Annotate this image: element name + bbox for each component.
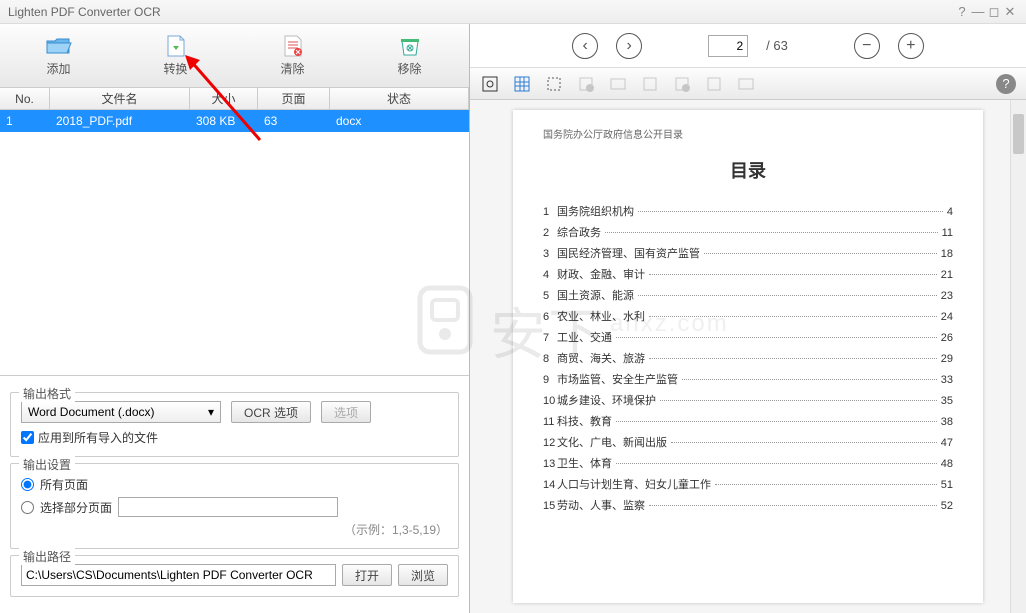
tool9-icon — [736, 74, 756, 94]
output-format-group: 输出格式 Word Document (.docx) ▾ OCR 选项 选项 应… — [10, 392, 459, 457]
toc-row: 15劳动、人事、监察52 — [543, 497, 953, 513]
chevron-down-icon: ▾ — [208, 405, 214, 419]
col-no[interactable]: No. — [0, 88, 50, 109]
tool5-icon — [608, 74, 628, 94]
zoom-in-button[interactable]: + — [898, 33, 924, 59]
document-preview[interactable]: 国务院办公厅政府信息公开目录 目录 1国务院组织机构42综合政务113国民经济管… — [470, 100, 1026, 613]
toc-row: 11科技、教育38 — [543, 413, 953, 429]
page-total: / 63 — [766, 38, 788, 53]
tool8-icon — [704, 74, 724, 94]
document-delete-icon — [279, 34, 307, 58]
window-title: Lighten PDF Converter OCR — [8, 5, 161, 19]
options-button: 选项 — [321, 401, 371, 423]
page-navigation: ‹ › / 63 − + — [470, 24, 1026, 68]
toc-row: 3国民经济管理、国有资产监管18 — [543, 245, 953, 261]
remove-button[interactable]: 移除 — [351, 24, 468, 87]
select-pages-radio[interactable]: 选择部分页面 — [21, 499, 112, 516]
toc-row: 10城乡建设、环境保护35 — [543, 392, 953, 408]
preview-toolbar: ? — [470, 68, 1026, 100]
browse-button[interactable]: 浏览 — [398, 564, 448, 586]
toc-row: 7工业、交通26 — [543, 329, 953, 345]
output-path-input[interactable] — [21, 564, 336, 586]
toc-row: 6农业、林业、水利24 — [543, 308, 953, 324]
document-page: 国务院办公厅政府信息公开目录 目录 1国务院组织机构42综合政务113国民经济管… — [513, 110, 983, 603]
fit-page-icon[interactable] — [480, 74, 500, 94]
toc-row: 4财政、金融、审计21 — [543, 266, 953, 282]
folder-open-icon — [45, 34, 73, 58]
toc-row: 13卫生、体育48 — [543, 455, 953, 471]
tool4-icon — [576, 74, 596, 94]
titlebar: Lighten PDF Converter OCR ? — ◻ ✕ — [0, 0, 1026, 24]
format-select[interactable]: Word Document (.docx) ▾ — [21, 401, 221, 423]
trash-icon — [396, 34, 424, 58]
open-button[interactable]: 打开 — [342, 564, 392, 586]
col-name[interactable]: 文件名 — [50, 88, 190, 109]
next-page-button[interactable]: › — [616, 33, 642, 59]
selection-icon[interactable] — [544, 74, 564, 94]
grid-icon[interactable] — [512, 74, 532, 94]
preview-scrollbar[interactable] — [1010, 100, 1026, 613]
output-path-group: 输出路径 打开 浏览 — [10, 555, 459, 597]
toc-row: 1国务院组织机构4 — [543, 203, 953, 219]
toc-row: 5国土资源、能源23 — [543, 287, 953, 303]
toc-row: 12文化、广电、新闻出版47 — [543, 434, 953, 450]
prev-page-button[interactable]: ‹ — [572, 33, 598, 59]
close-icon[interactable]: ✕ — [1002, 4, 1018, 20]
tool7-icon — [672, 74, 692, 94]
help-icon[interactable]: ? — [954, 4, 970, 19]
apply-all-checkbox[interactable]: 应用到所有导入的文件 — [21, 429, 448, 446]
scroll-thumb[interactable] — [1013, 114, 1024, 154]
add-button[interactable]: 添加 — [0, 24, 117, 87]
annotation-arrow — [180, 50, 280, 150]
toc-row: 8商贸、海关、旅游29 — [543, 350, 953, 366]
ocr-options-button[interactable]: OCR 选项 — [231, 401, 311, 423]
preview-help-icon[interactable]: ? — [996, 74, 1016, 94]
minimize-icon[interactable]: — — [970, 4, 986, 19]
zoom-out-button[interactable]: − — [854, 33, 880, 59]
page-number-input[interactable] — [708, 35, 748, 57]
maximize-icon[interactable]: ◻ — [986, 4, 1002, 20]
page-range-hint: （示例：1,3-5,19） — [21, 521, 448, 538]
page-range-input[interactable] — [118, 497, 338, 517]
col-status[interactable]: 状态 — [330, 88, 469, 109]
toc-row: 14人口与计划生育、妇女儿童工作51 — [543, 476, 953, 492]
toc-row: 2综合政务11 — [543, 224, 953, 240]
output-settings-group: 输出设置 所有页面 选择部分页面 （示例：1,3-5,19） — [10, 463, 459, 549]
tool6-icon — [640, 74, 660, 94]
toc-row: 9市场监管、安全生产监管33 — [543, 371, 953, 387]
all-pages-radio[interactable]: 所有页面 — [21, 476, 448, 493]
